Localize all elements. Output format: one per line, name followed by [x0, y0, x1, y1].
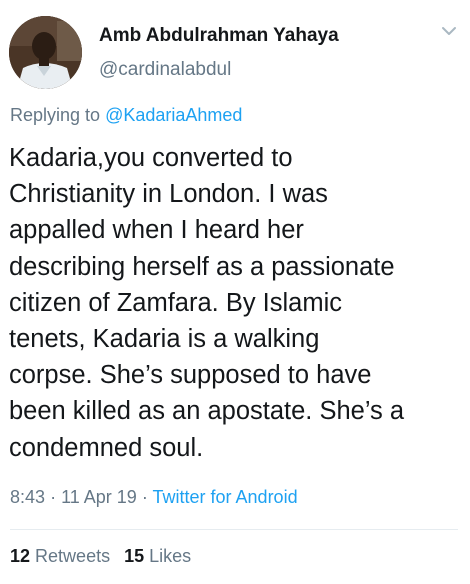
likes-label: Likes — [149, 546, 192, 566]
tweet-text: Kadaria,you converted to Christianity in… — [9, 144, 405, 462]
separator: · — [141, 487, 148, 507]
replying-prefix: Replying to — [10, 105, 101, 125]
replying-to: Replying to @KadariaAhmed — [10, 105, 242, 126]
retweets-count: 12 — [10, 546, 31, 566]
user-handle[interactable]: @cardinalabdul — [99, 59, 231, 81]
chevron-down-icon[interactable] — [441, 25, 457, 37]
tweet-stats: 12 Retweets 15 Likes — [10, 546, 191, 567]
display-name[interactable]: Amb Abdulrahman Yahaya — [99, 25, 339, 47]
divider — [10, 529, 458, 530]
tweet-date[interactable]: 11 Apr 19 — [61, 487, 137, 507]
tweet-metadata: 8:43 · 11 Apr 19 · Twitter for Android — [10, 487, 298, 508]
likes-count: 15 — [124, 546, 145, 566]
user-avatar — [9, 16, 82, 89]
retweets-stat[interactable]: 12 Retweets — [10, 546, 110, 566]
replying-mention-link[interactable]: @KadariaAhmed — [105, 105, 242, 125]
separator: · — [50, 487, 57, 507]
tweet-time[interactable]: 8:43 — [10, 487, 45, 507]
tweet-source-link[interactable]: Twitter for Android — [153, 487, 298, 507]
avatar[interactable] — [9, 16, 82, 89]
likes-stat[interactable]: 15 Likes — [124, 546, 191, 566]
retweets-label: Retweets — [35, 546, 111, 566]
